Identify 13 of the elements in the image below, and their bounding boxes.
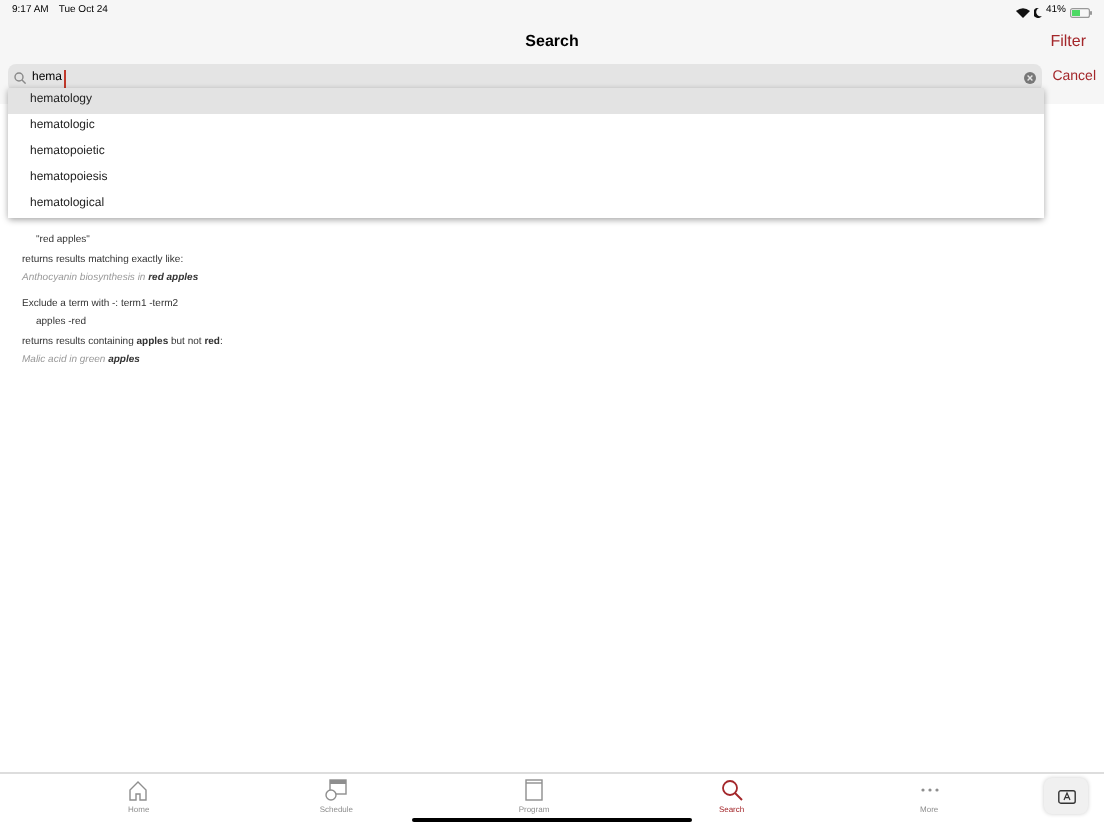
keyboard-icon (1057, 789, 1075, 803)
search-icon (14, 72, 26, 84)
battery-icon (1070, 7, 1092, 17)
clear-icon[interactable] (1024, 72, 1037, 84)
keyboard-button[interactable] (1044, 778, 1088, 814)
calendar-icon (324, 778, 349, 802)
page-title: Search (525, 30, 579, 54)
filter-button[interactable]: Filter (1050, 30, 1086, 54)
home-icon (126, 778, 151, 802)
moon-icon (1033, 7, 1042, 17)
search-icon (719, 778, 744, 802)
page-icon (521, 778, 546, 802)
wifi-icon (1015, 7, 1030, 17)
